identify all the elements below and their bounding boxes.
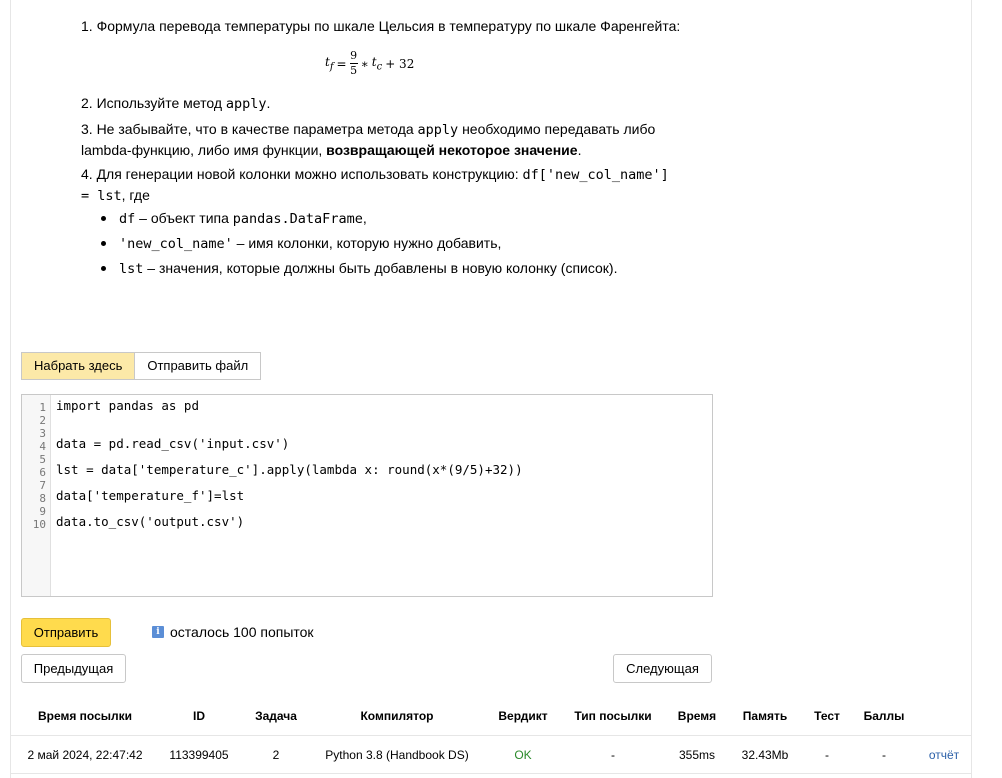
statement-item-1: 1. Формула перевода температуры по шкале… — [81, 18, 681, 34]
header-cell: Вердикт — [498, 709, 548, 723]
header-cell: Время посылки — [37, 709, 133, 723]
cell-submit-time: 2 май 2024, 22:47:42 — [27, 748, 143, 762]
line-number: 8 — [39, 492, 46, 505]
cell-memory: 32.43Mb — [741, 748, 789, 762]
line-number: 2 — [39, 414, 46, 427]
line-number: 1 — [39, 401, 46, 414]
line-number: 7 — [39, 479, 46, 492]
header-cell: Задача — [255, 709, 297, 723]
bullet-dot — [101, 216, 106, 221]
line-number: 3 — [39, 427, 46, 440]
bullet-list: df – объект типа pandas.DataFrame, 'new_… — [99, 208, 617, 283]
header-cell: Баллы — [863, 709, 905, 723]
statement-item-3: 3. Не забывайте, что в качестве параметр… — [81, 121, 656, 158]
header-cell: Тест — [814, 709, 840, 723]
code-line[interactable]: import pandas as pd — [56, 399, 199, 412]
header-cell: Тип посылки — [574, 709, 652, 723]
line-number: 5 — [39, 453, 46, 466]
report-link[interactable]: отчёт — [919, 748, 969, 762]
problem-panel: 1. Формула перевода температуры по шкале… — [10, 0, 972, 778]
header-cell: Время — [677, 709, 717, 723]
bullet-item: df – объект типа pandas.DataFrame, — [99, 208, 617, 233]
info-icon: i — [152, 626, 164, 638]
header-cell: ID — [193, 709, 205, 723]
bullet-item: lst – значения, которые должны быть доба… — [99, 258, 617, 283]
formula: tf = 9 5 ∗ tc + 32 — [325, 49, 415, 77]
cell-task: 2 — [272, 748, 280, 762]
code-line[interactable]: data = pd.read_csv('input.csv') — [56, 437, 289, 450]
input-mode-tabs: Набрать здесь Отправить файл — [21, 352, 262, 380]
cell-time: 355ms — [678, 748, 716, 762]
cell-id: 113399405 — [169, 748, 229, 762]
attempts-info: i осталось 100 попыток — [152, 624, 314, 640]
cell-compiler: Python 3.8 (Handbook DS) — [325, 748, 469, 762]
code-line[interactable]: data.to_csv('output.csv') — [56, 515, 244, 528]
cell-verdict: OK — [514, 748, 532, 762]
prev-button[interactable]: Предыдущая — [21, 654, 126, 683]
table-header: Время посылки ID Задача Компилятор Верди… — [11, 700, 971, 736]
line-number: 6 — [39, 466, 46, 479]
submit-button[interactable]: Отправить — [21, 618, 111, 647]
line-number: 4 — [39, 440, 46, 453]
code-line[interactable]: lst = data['temperature_c'].apply(lambda… — [56, 463, 523, 476]
bullet-dot — [101, 266, 106, 271]
header-cell: Компилятор — [360, 709, 434, 723]
cell-test: - — [825, 748, 829, 762]
tab-upload-file[interactable]: Отправить файл — [135, 352, 262, 380]
line-number-gutter: 1 2 3 4 5 6 7 8 9 10 — [22, 395, 51, 596]
statement-item-4: 4. Для генерации новой колонки можно исп… — [81, 166, 669, 204]
bullet-item: 'new_col_name' – имя колонки, которую ну… — [99, 233, 617, 258]
cell-submission-type: - — [611, 748, 615, 762]
statement-item-2: 2. Используйте метод apply. — [81, 95, 271, 112]
formula-fraction: 9 5 — [349, 49, 358, 77]
next-button[interactable]: Следующая — [613, 654, 712, 683]
bullet-dot — [101, 241, 106, 246]
code-line[interactable]: data['temperature_f']=lst — [56, 489, 244, 502]
cell-score: - — [882, 748, 886, 762]
attempts-text: осталось 100 попыток — [170, 624, 314, 640]
table-row: 2 май 2024, 22:47:42 113399405 2 Python … — [11, 737, 971, 774]
tab-type-here[interactable]: Набрать здесь — [21, 352, 136, 380]
line-number: 10 — [32, 518, 46, 531]
code-editor[interactable]: 1 2 3 4 5 6 7 8 9 10 import pandas as pd data = pd… — [21, 394, 713, 597]
line-number: 9 — [39, 505, 46, 518]
header-cell: Память — [742, 709, 788, 723]
